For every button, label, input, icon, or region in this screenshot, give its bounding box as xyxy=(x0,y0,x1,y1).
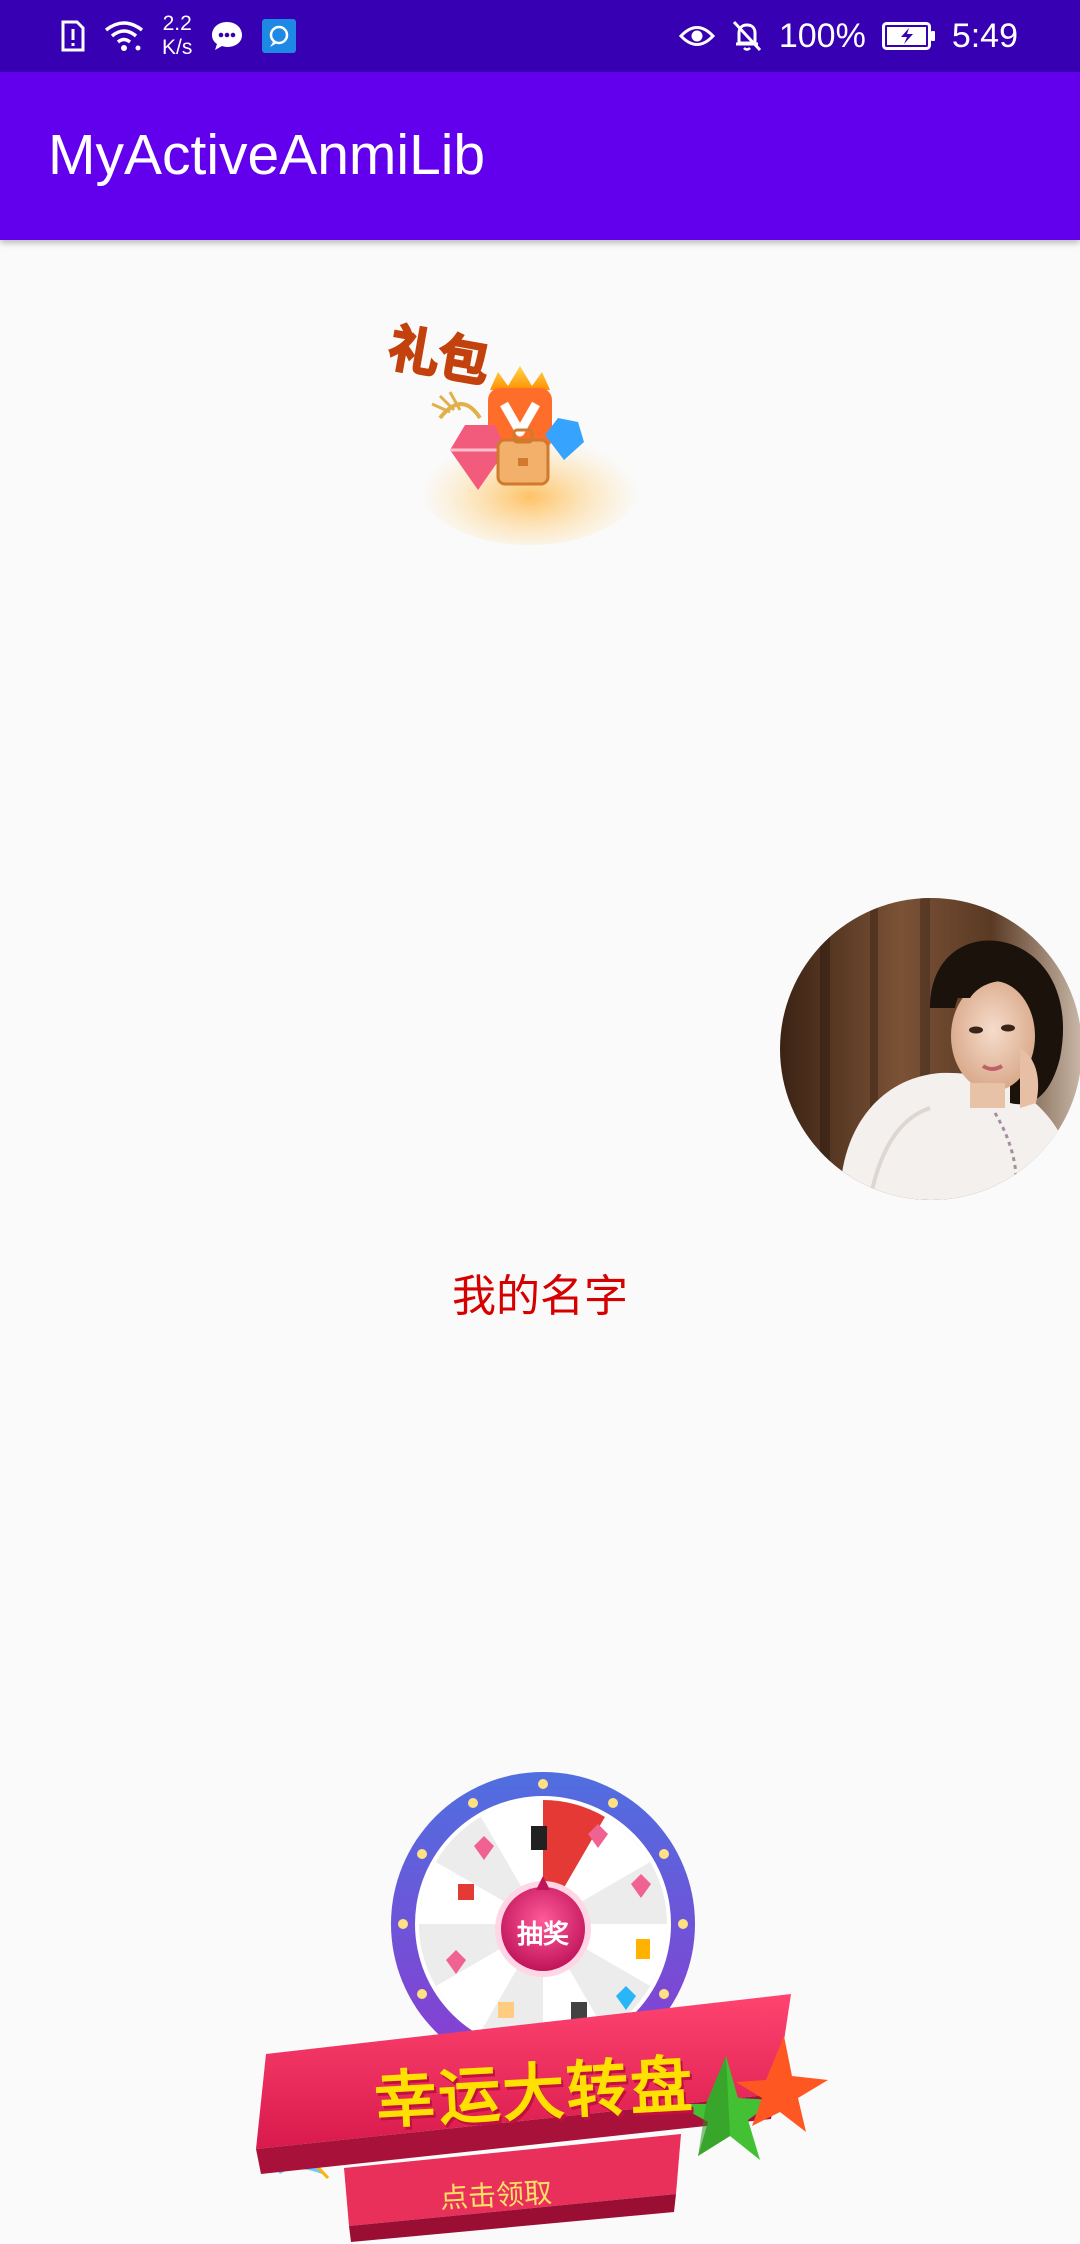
status-right: 100% 5:49 xyxy=(678,0,1018,72)
battery-charging-icon xyxy=(881,22,936,50)
net-speed-unit: K/s xyxy=(162,36,193,59)
status-bar: 2.2 K/s 100% 5:49 xyxy=(0,0,1080,72)
app-notification-icon xyxy=(262,19,297,53)
battery-percent: 100% xyxy=(778,16,866,55)
name-text: 我的名字 xyxy=(452,1271,628,1322)
avatar-photo xyxy=(780,898,1080,1200)
wifi-icon xyxy=(104,20,144,52)
status-left: 2.2 K/s xyxy=(60,0,297,72)
app-title: MyActiveAnmiLib xyxy=(48,123,486,187)
wheel-draw-button[interactable]: 抽奖 xyxy=(498,1914,588,1951)
sim-alert-icon xyxy=(60,20,86,52)
app-bar: MyActiveAnmiLib xyxy=(0,72,1080,240)
eye-icon xyxy=(678,23,715,49)
lucky-wheel-float[interactable]: 抽奖 幸运大转盘 点击领取 xyxy=(236,1764,846,2244)
bell-off-icon xyxy=(731,19,763,53)
avatar-float[interactable] xyxy=(780,898,1080,1200)
net-speed-value: 2.2 xyxy=(162,12,192,35)
gift-bag-text: 礼包 xyxy=(385,319,494,393)
vip-gift-bag-float[interactable]: 礼包 xyxy=(380,300,640,560)
vip-gift-bag-icon: 礼包 xyxy=(383,318,640,545)
chat-bubble-icon xyxy=(210,20,244,52)
network-speed: 2.2 K/s xyxy=(162,12,192,60)
clock: 5:49 xyxy=(951,16,1018,55)
